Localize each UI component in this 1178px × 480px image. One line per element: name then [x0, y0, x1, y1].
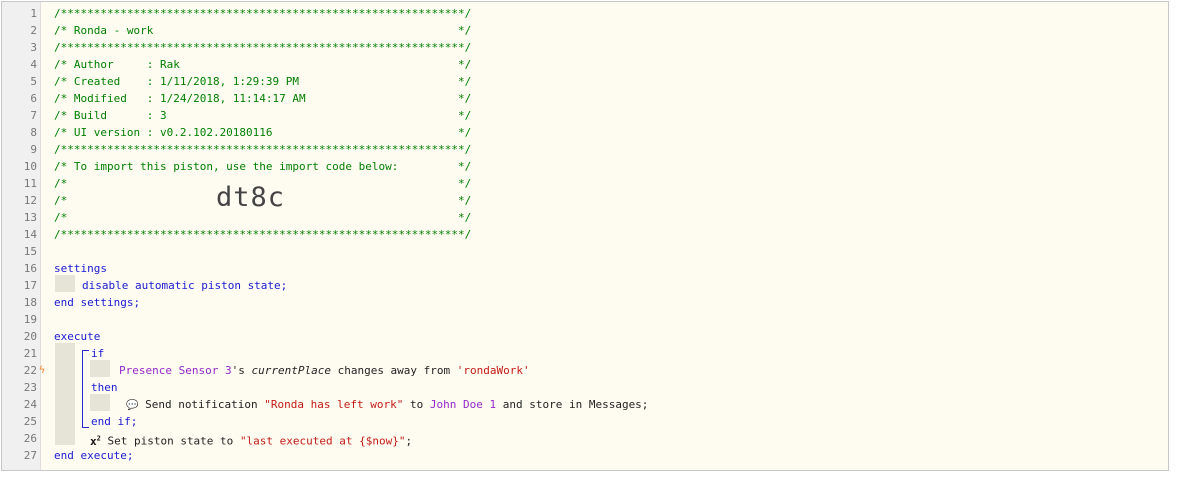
speech-bubble-icon: 💬 [126, 400, 139, 411]
code-line: 21 if [2, 345, 1168, 362]
code-line: 22 ϟ Presence Sensor 3's currentPlace ch… [2, 362, 1168, 379]
line-number: 25 [23, 415, 37, 428]
code-line: 5 /* Created : 1/11/2018, 1:29:39 PM */ [2, 73, 1168, 90]
author-comment: /* Author : Rak */ [54, 58, 472, 71]
code-line: 15 [2, 243, 1168, 260]
code-line: 4 /* Author : Rak */ [2, 56, 1168, 73]
line-number: 12 [23, 194, 37, 207]
end-execute-keyword[interactable]: end execute; [54, 447, 133, 464]
code-line: 3 /**************************************… [2, 39, 1168, 56]
line-number: 4 [30, 58, 37, 71]
comparison-value: 'rondaWork' [456, 364, 530, 377]
code-line: 25 end if; [2, 413, 1168, 430]
line-number: 13 [23, 211, 37, 224]
line-number: 27 [23, 449, 37, 462]
line-number: 1 [30, 7, 37, 20]
disable-state-setting[interactable]: disable automatic piston state; [82, 277, 287, 294]
code-line: 9 /**************************************… [2, 141, 1168, 158]
line-number: 16 [23, 262, 37, 275]
settings-keyword[interactable]: settings [54, 260, 107, 277]
device-name: Presence Sensor 3 [119, 364, 232, 377]
state-value: "last executed at {$now}" [239, 434, 406, 448]
end-if-keyword[interactable]: end if; [91, 413, 137, 430]
lightning-bolt-icon: ϟ [39, 365, 46, 376]
attribute-name: currentPlace [251, 364, 331, 377]
statement-text: Set piston state to [107, 434, 234, 448]
code-line: 16 settings [2, 260, 1168, 277]
line-number: 15 [23, 245, 37, 258]
then-keyword[interactable]: then [91, 379, 118, 396]
import-instructions-comment: /* To import this piston, use the import… [54, 160, 472, 173]
line-number: 19 [23, 313, 37, 326]
line-number: 22 [23, 364, 37, 377]
line-number: 8 [30, 126, 37, 139]
code-line: 7 /* Build : 3 */ [2, 107, 1168, 124]
line-number: 20 [23, 330, 37, 343]
line-number: 11 [23, 177, 37, 190]
statement-text: ; [405, 434, 413, 448]
code-line: 13/* */ [2, 209, 1168, 226]
ui-version-comment: /* UI version : v0.2.102.20180116 */ [54, 126, 472, 139]
statement-text: to [410, 398, 424, 411]
if-keyword[interactable]: if [91, 345, 104, 362]
line-number: 2 [30, 24, 37, 37]
x-squared-icon: x2 [90, 434, 101, 448]
code-line: 8 /* UI version : v0.2.102.20180116 */ [2, 124, 1168, 141]
end-settings-keyword[interactable]: end settings; [54, 294, 140, 311]
build-comment: /* Build : 3 */ [54, 109, 472, 122]
line-number: 23 [23, 381, 37, 394]
code-line: 27 end execute; [2, 447, 1168, 464]
code-line: 23 then [2, 379, 1168, 396]
comparison-operator: changes away from [337, 364, 451, 377]
header-border: /***************************************… [54, 228, 472, 241]
piston-name-comment: /* Ronda - work */ [54, 24, 472, 37]
code-line: 17 disable automatic piston state; [2, 277, 1168, 294]
code-line: 26 x2 Set piston state to "last executed… [2, 430, 1168, 448]
header-border: /***************************************… [54, 7, 472, 20]
condition-statement[interactable]: Presence Sensor 3's currentPlace changes… [119, 362, 530, 379]
send-notification-statement[interactable]: 💬 Send notification "Ronda has left work… [126, 396, 648, 414]
code-line: 6 /* Modified : 1/24/2018, 11:14:17 AM */ [2, 90, 1168, 107]
statement-text: Send notification [145, 398, 258, 411]
header-border: /***************************************… [54, 41, 472, 54]
line-number: 17 [23, 279, 37, 292]
notification-message: "Ronda has left work" [264, 398, 404, 411]
modified-comment: /* Modified : 1/24/2018, 11:14:17 AM */ [54, 92, 472, 105]
line-number: 3 [30, 41, 37, 54]
code-line: 19 [2, 311, 1168, 328]
line-number: 18 [23, 296, 37, 309]
statement-text: and store in Messages; [502, 398, 649, 411]
recipient-name: John Doe 1 [429, 398, 497, 411]
code-line: 1 /**************************************… [2, 5, 1168, 22]
line-number: 7 [30, 109, 37, 122]
line-number: 26 [23, 432, 37, 445]
created-comment: /* Created : 1/11/2018, 1:29:39 PM */ [54, 75, 472, 88]
line-number: 24 [23, 398, 37, 411]
line-number: 5 [30, 75, 37, 88]
line-number: 6 [30, 92, 37, 105]
code-line: 24 💬 Send notification "Ronda has left w… [2, 396, 1168, 413]
line-number: 14 [23, 228, 37, 241]
code-line: 14 /*************************************… [2, 226, 1168, 243]
code-line: 2 /* Ronda - work */ [2, 22, 1168, 39]
possessive: 's [231, 364, 245, 377]
code-line: 18 end settings; [2, 294, 1168, 311]
line-number: 10 [23, 160, 37, 173]
code-line: 20 execute [2, 328, 1168, 345]
piston-code-editor[interactable]: 1 /**************************************… [1, 1, 1169, 471]
execute-keyword[interactable]: execute [54, 328, 100, 345]
code-line: 12/* */ [2, 192, 1168, 209]
code-line: 10 /* To import this piston, use the impo… [2, 158, 1168, 175]
line-number: 9 [30, 143, 37, 156]
import-code: dt8c [216, 182, 286, 213]
code-line: 11/* */ [2, 175, 1168, 192]
header-border: /***************************************… [54, 143, 472, 156]
line-number: 21 [23, 347, 37, 360]
